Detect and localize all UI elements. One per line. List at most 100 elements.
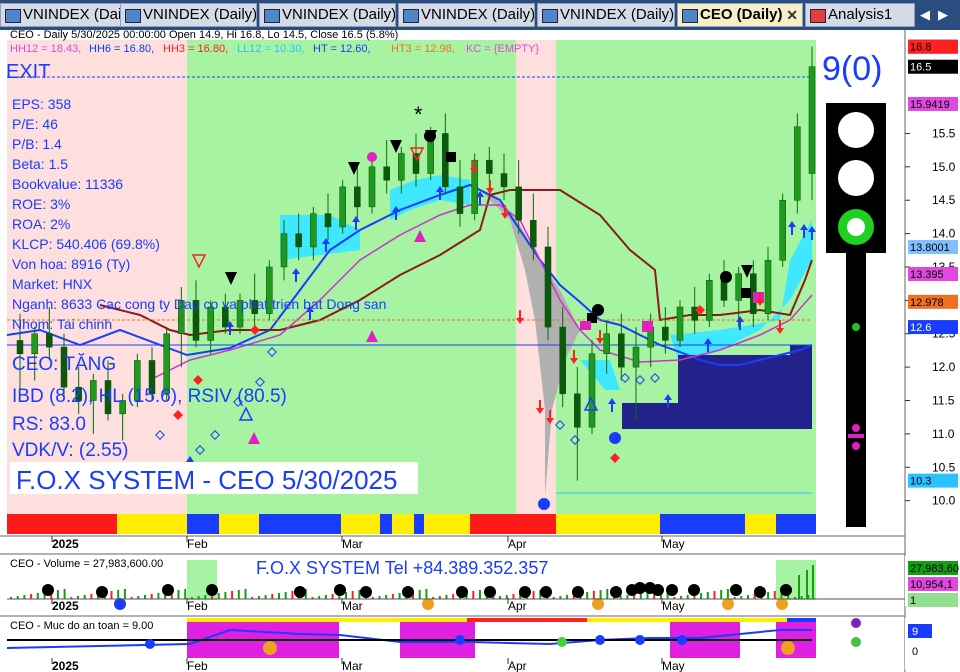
exit-label: EXIT: [6, 61, 50, 83]
chart-icon: [542, 9, 558, 23]
volume-bar: [90, 594, 93, 599]
volume-bar: [726, 589, 729, 599]
time-tick-label: Feb: [187, 599, 208, 613]
candle-body: [500, 173, 508, 188]
black-square-icon: [741, 288, 751, 298]
strip-segment: [470, 514, 556, 522]
hh3-label: HH3 = 16.80,: [163, 43, 228, 55]
zone-green: [187, 40, 516, 514]
green-dot-icon: [851, 637, 861, 647]
volume-dot-icon: [294, 586, 306, 598]
close-icon[interactable]: ✕: [786, 4, 798, 26]
candle: [779, 193, 786, 267]
tab-vnindex-4[interactable]: VNINDEX (Daily): [398, 3, 535, 27]
volume-bar: [217, 593, 220, 599]
pink-dot-icon: [852, 442, 860, 450]
volume-bar: [157, 593, 160, 599]
purple-dot-icon: [851, 618, 861, 628]
hh12-label: HH12 = 18.43,: [10, 43, 81, 55]
volume-bar: [391, 594, 394, 599]
tab-ceo[interactable]: CEO (Daily) ✕: [677, 3, 803, 27]
zero-circle-icon: [720, 271, 732, 283]
volume-dot-icon: [456, 586, 468, 598]
strip-segment: [259, 522, 341, 534]
pink-dot-icon: [852, 424, 860, 432]
price-tick-label: 14.0: [932, 227, 956, 241]
blue-dot-icon: [677, 635, 687, 645]
candle-body: [456, 186, 464, 214]
volume-marker: 10,954,1: [908, 577, 958, 591]
tab-label: VNINDEX (Daily): [421, 6, 535, 23]
price-chart[interactable]: * 15.515.014.514.013.513.012.512.011.511…: [0, 30, 960, 672]
volume-bar: [445, 595, 448, 599]
volume-bar: [706, 592, 709, 599]
tab-label: VNINDEX (Daily): [560, 6, 675, 23]
strip-segment: [219, 522, 259, 534]
price-marker: 13.8001: [908, 239, 958, 254]
price-marker-label: 16.5: [910, 62, 931, 74]
candle: [339, 180, 346, 234]
candle-body: [808, 66, 816, 174]
strip-segment: [745, 522, 776, 534]
price-marker: 16.5: [908, 59, 958, 74]
volume-dot-icon: [334, 584, 346, 596]
time-tick-label: Apr: [508, 537, 527, 551]
candle-body: [310, 213, 317, 248]
time-tick-label: Mar: [342, 599, 363, 613]
candle-body: [706, 280, 713, 321]
count-circle-icon: [114, 598, 126, 610]
eight-circle-icon: [263, 641, 277, 655]
candle-body: [163, 333, 170, 395]
fundamental-item: ROE: 3%: [12, 196, 70, 212]
tab-scroll-left-icon[interactable]: ◀: [920, 3, 930, 27]
price-tick-label: 15.5: [932, 126, 956, 140]
price-marker-label: 13.395: [910, 269, 944, 281]
hh6-label: HH6 = 16.80,: [89, 43, 154, 55]
tab-vnindex-3[interactable]: VNINDEX (Daily): [259, 3, 396, 27]
volume-bar: [773, 591, 776, 599]
tab-analysis1[interactable]: Analysis1: [805, 3, 915, 27]
volume-bar: [747, 595, 749, 599]
price-marker: 15.9419: [908, 96, 958, 111]
volume-bar: [23, 595, 26, 599]
price-marker-label: 12.6: [910, 322, 931, 334]
count-circle-icon: [722, 598, 734, 610]
blue-dot-icon: [595, 635, 605, 645]
volume-bar: [713, 591, 716, 599]
price-marker-label: 12.978: [910, 297, 944, 309]
strip-segment: [745, 514, 776, 522]
candle-body: [339, 186, 346, 228]
volume-dot-icon: [540, 586, 552, 598]
volume-bar: [592, 591, 595, 599]
volume-bar: [626, 595, 629, 599]
tab-vnindex-5[interactable]: VNINDEX (Daily): [537, 3, 675, 27]
candle-body: [324, 213, 332, 228]
strip-segment: [7, 514, 117, 534]
volume-bar: [264, 595, 267, 599]
volume-dot-icon: [206, 584, 218, 596]
tab-vnindex-1[interactable]: VNINDEX (Daily): [0, 3, 136, 27]
candle: [368, 160, 376, 214]
fundamental-item: EPS: 358: [12, 96, 71, 112]
tab-vnindex-2[interactable]: VNINDEX (Daily): [120, 3, 257, 27]
fundamental-item: Beta: 1.5: [12, 156, 68, 172]
volume-dot-icon: [652, 584, 664, 596]
candle-body: [735, 273, 742, 301]
volume-bar: [117, 590, 120, 599]
volume-bar: [606, 589, 609, 599]
blue-dot-icon: [455, 635, 465, 645]
volume-dot-icon: [610, 586, 622, 598]
strip-segment: [660, 514, 745, 522]
strip-segment: [424, 514, 470, 522]
price-marker-label: 16.8: [910, 42, 931, 54]
volume-bar: [472, 591, 475, 599]
green-dot-icon: [557, 637, 567, 647]
fundamental-item: P/E: 46: [12, 116, 58, 132]
price-tick-label: 15.0: [932, 160, 956, 174]
candle-body: [530, 220, 537, 248]
price-tick-label: 11.5: [932, 394, 955, 408]
tab-scroll-right-icon[interactable]: ▶: [938, 3, 948, 27]
volume-bar: [479, 590, 481, 599]
eight-circle-icon: [781, 641, 795, 655]
candle-body: [779, 199, 786, 261]
